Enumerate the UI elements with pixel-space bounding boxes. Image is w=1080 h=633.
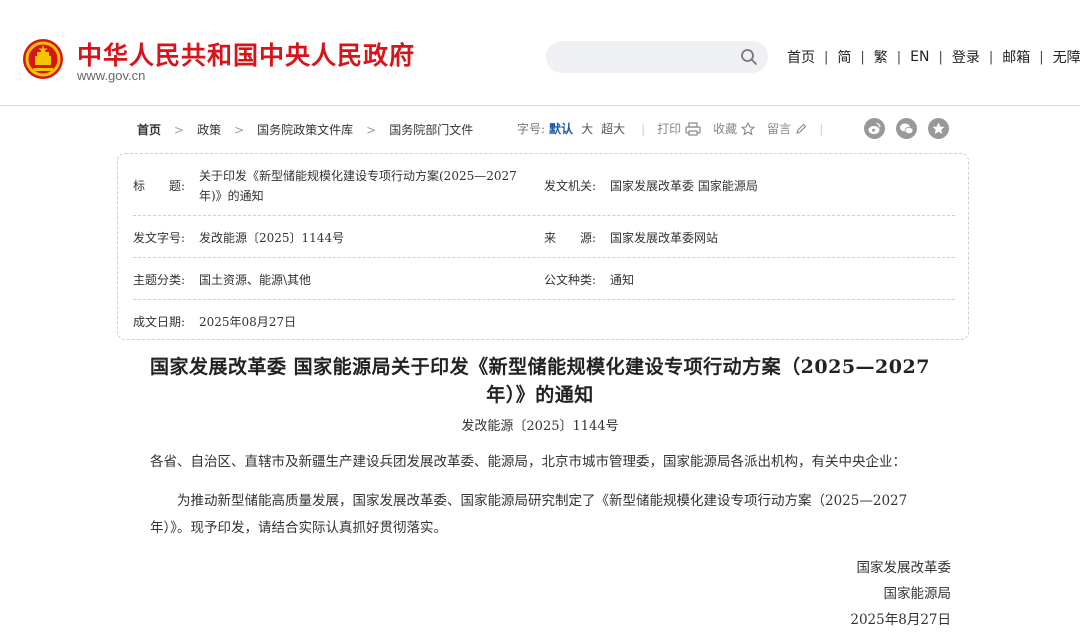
top-nav: 首页| 简| 繁| EN| 登录| 邮箱| 无障碍 bbox=[778, 47, 1080, 67]
breadcrumb-department-docs[interactable]: 国务院部门文件 bbox=[389, 121, 473, 138]
star-badge-icon[interactable] bbox=[928, 118, 949, 139]
article-body: 为推动新型储能高质量发展，国家发展改革委、国家能源局研究制定了《新型储能规模化建… bbox=[150, 493, 908, 536]
signatory: 国家能源局 bbox=[883, 586, 952, 602]
print-label: 打印 bbox=[657, 122, 682, 136]
favorite-button[interactable]: 收藏 bbox=[713, 120, 756, 137]
nav-accessibility[interactable]: 无障碍 bbox=[1044, 47, 1080, 67]
site-url: www.gov.cn bbox=[77, 68, 146, 83]
date-label: 成文日期: bbox=[133, 315, 186, 329]
nav-english[interactable]: EN bbox=[901, 49, 938, 65]
chevron-right-icon: > bbox=[174, 122, 185, 137]
nav-login[interactable]: 登录 bbox=[943, 47, 989, 67]
breadcrumb-policy[interactable]: 政策 bbox=[197, 121, 221, 138]
nav-mail[interactable]: 邮箱 bbox=[993, 47, 1039, 67]
breadcrumb: 首页 > 政策 > 国务院政策文件库 > 国务院部门文件 bbox=[137, 121, 473, 138]
nav-home[interactable]: 首页 bbox=[778, 47, 824, 67]
favorite-label: 收藏 bbox=[713, 122, 738, 136]
star-outline-icon bbox=[741, 121, 756, 136]
breadcrumb-home[interactable]: 首页 bbox=[137, 121, 161, 138]
comment-label: 留言 bbox=[767, 122, 792, 136]
font-size-xlarge[interactable]: 超大 bbox=[597, 120, 629, 137]
source-label: 来 源: bbox=[544, 231, 597, 245]
pencil-icon bbox=[796, 123, 807, 134]
printer-icon bbox=[685, 121, 701, 136]
source-value: 国家发展改革委网站 bbox=[610, 231, 719, 245]
info-row: 发文字号: 发改能源〔2025〕1144号 来 源: 国家发展改革委网站 bbox=[133, 215, 955, 258]
info-row: 成文日期: 2025年08月27日 bbox=[133, 299, 955, 339]
site-title[interactable]: 中华人民共和国中央人民政府 bbox=[77, 36, 415, 72]
font-size-default[interactable]: 默认 bbox=[545, 120, 577, 137]
date-value: 2025年08月27日 bbox=[199, 315, 297, 329]
share-buttons bbox=[864, 118, 960, 139]
issuer-label: 发文机关: bbox=[544, 179, 597, 193]
print-button[interactable]: 打印 bbox=[657, 120, 701, 137]
font-size-large[interactable]: 大 bbox=[577, 120, 597, 137]
document-info-box: 标 题: 关于印发《新型储能规模化建设专项行动方案(2025—2027年)》的通… bbox=[117, 153, 969, 340]
breadcrumb-bar: 首页 > 政策 > 国务院政策文件库 > 国务院部门文件 字号: 默认 大 超大… bbox=[137, 118, 960, 139]
national-emblem-icon[interactable] bbox=[22, 38, 64, 80]
search-icon[interactable] bbox=[740, 48, 758, 66]
signatory: 国家发展改革委 bbox=[856, 560, 952, 576]
article-title: 国家发展改革委 国家能源局关于印发《新型储能规模化建设专项行动方案（2025—2… bbox=[150, 356, 930, 406]
tools-divider: | bbox=[819, 121, 824, 136]
article-doc-number: 发改能源〔2025〕1144号 bbox=[461, 419, 619, 434]
article-recipients: 各省、自治区、直辖市及新疆生产建设兵团发展改革委、能源局，北京市城市管理委，国家… bbox=[150, 454, 906, 470]
title-value: 关于印发《新型储能规模化建设专项行动方案(2025—2027年)》的通知 bbox=[199, 169, 517, 203]
chevron-right-icon: > bbox=[234, 122, 245, 137]
site-header: 中华人民共和国中央人民政府 www.gov.cn 首页 | 简 | 繁 | EN | 登… bbox=[0, 0, 1080, 106]
doc-type-label: 公文种类: bbox=[544, 273, 597, 287]
nav-simplified[interactable]: 简 bbox=[828, 47, 860, 67]
doc-number-value: 发改能源〔2025〕1144号 bbox=[199, 231, 345, 245]
topic-value: 国土资源、能源\其他 bbox=[199, 273, 312, 287]
weibo-icon[interactable] bbox=[864, 118, 885, 139]
info-row: 标 题: 关于印发《新型储能规模化建设专项行动方案(2025—2027年)》的通… bbox=[133, 154, 955, 216]
chevron-right-icon: > bbox=[366, 122, 377, 137]
wechat-icon[interactable] bbox=[896, 118, 917, 139]
info-row: 主题分类: 国土资源、能源\其他 公文种类: 通知 bbox=[133, 257, 955, 300]
nav-traditional[interactable]: 繁 bbox=[865, 47, 897, 67]
search-box bbox=[546, 41, 768, 73]
article-tools: 字号: 默认 大 超大 | 打印 收藏 留言 | bbox=[517, 120, 835, 137]
doc-number-label: 发文字号: bbox=[133, 231, 186, 245]
title-label: 标 题: bbox=[133, 179, 186, 193]
font-size-label: 字号: bbox=[517, 122, 546, 136]
topic-label: 主题分类: bbox=[133, 273, 186, 287]
doc-type-value: 通知 bbox=[610, 273, 635, 287]
sign-date: 2025年8月27日 bbox=[850, 612, 951, 628]
search-input[interactable] bbox=[560, 47, 724, 69]
issuer-value: 国家发展改革委 国家能源局 bbox=[610, 179, 758, 193]
breadcrumb-policy-library[interactable]: 国务院政策文件库 bbox=[257, 121, 353, 138]
tools-divider: | bbox=[641, 121, 646, 136]
comment-button[interactable]: 留言 bbox=[767, 120, 807, 137]
